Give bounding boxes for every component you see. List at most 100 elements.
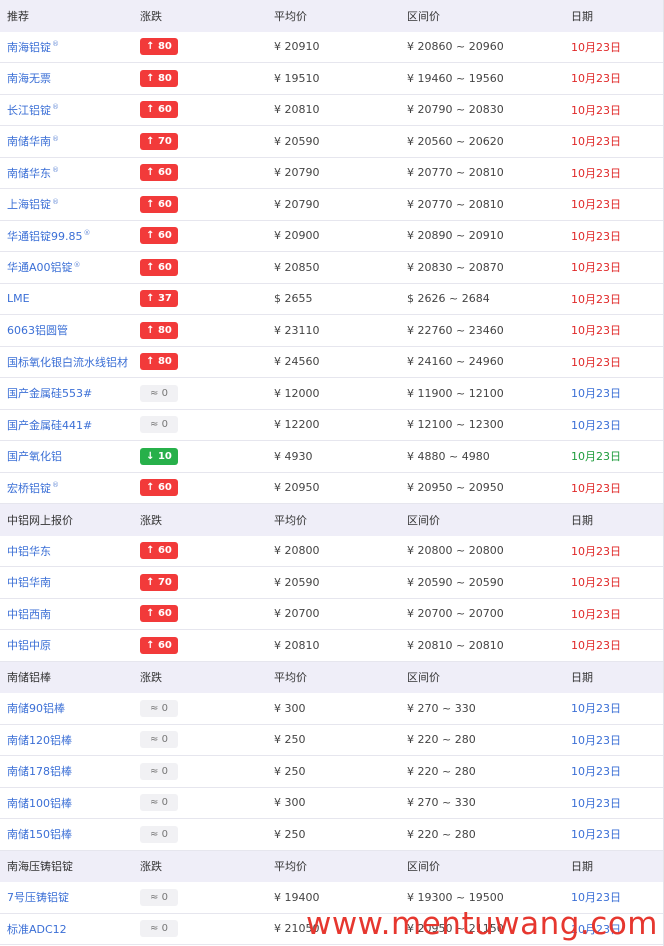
column-header: 平均价 xyxy=(274,671,307,685)
product-link[interactable]: 国标氧化银白流水线铝材 xyxy=(7,354,128,370)
price-range: ¥ 270 ~ 330 xyxy=(407,701,476,715)
product-name: 中铝中原 xyxy=(7,639,51,653)
product-link[interactable]: 中铝华东 xyxy=(7,543,51,559)
change-cell: ↑ 80 xyxy=(140,38,178,56)
column-header: 涨跌 xyxy=(140,9,162,23)
change-cell: ≈ 0 xyxy=(140,731,178,749)
product-name: 南海铝锭 xyxy=(7,40,51,54)
price-date: 10月23日 xyxy=(571,639,621,653)
product-link[interactable]: 华通A00铝锭® xyxy=(7,259,81,275)
column-header: 日期 xyxy=(571,513,593,527)
product-link[interactable]: 标准ADC12 xyxy=(7,921,67,937)
average-price: ¥ 20810 xyxy=(274,103,320,117)
price-row: 国标氧化银白流水线铝材 ↑ 80 ¥ 24560 ¥ 24160 ~ 24960 10月… xyxy=(0,346,664,378)
price-date: 10月23日 xyxy=(571,355,621,369)
product-link[interactable]: 南海无票 xyxy=(7,70,51,86)
price-row: 中铝华南 ↑ 70 ¥ 20590 ¥ 20590 ~ 20590 10月23日 xyxy=(0,567,664,599)
average-price: ¥ 250 xyxy=(274,733,306,747)
product-link[interactable]: 南海铝锭® xyxy=(7,39,59,55)
product-link[interactable]: 7号压铸铝锭 xyxy=(7,889,69,905)
average-price: ¥ 20790 xyxy=(274,197,320,211)
product-link[interactable]: 长江铝锭® xyxy=(7,102,59,118)
product-link[interactable]: 中铝华南 xyxy=(7,574,51,590)
column-header: 区间价 xyxy=(407,513,440,527)
product-name: 南储120铝棒 xyxy=(7,733,72,747)
column-header: 平均价 xyxy=(274,860,307,874)
price-row: 标准ADC12 ≈ 0 ¥ 21050 ¥ 20950 ~ 21150 10月23日 xyxy=(0,913,664,945)
section-header: 推荐 涨跌 平均价 区间价 日期 xyxy=(0,0,664,32)
average-price: ¥ 20900 xyxy=(274,229,320,243)
change-cell: ↑ 60 xyxy=(140,479,178,497)
average-price: ¥ 23110 xyxy=(274,323,320,337)
change-cell: ≈ 0 xyxy=(140,416,178,434)
price-date: 10月23日 xyxy=(571,292,621,306)
section-title: 中铝网上报价 xyxy=(7,513,73,527)
price-range: ¥ 20770 ~ 20810 xyxy=(407,197,504,211)
price-date: 10月23日 xyxy=(571,576,621,590)
change-badge: ≈ 0 xyxy=(140,825,178,843)
product-name: 中铝华东 xyxy=(7,544,51,558)
product-link[interactable]: 宏桥铝锭® xyxy=(7,480,59,496)
product-name: 6063铝圆管 xyxy=(7,324,68,338)
change-badge: ↑ 80 xyxy=(140,353,178,371)
product-link[interactable]: 国产金属硅553# xyxy=(7,385,92,401)
change-cell: ↑ 80 xyxy=(140,321,178,339)
product-link[interactable]: 南储华东® xyxy=(7,165,59,181)
product-link[interactable]: 南储178铝棒 xyxy=(7,763,72,779)
price-date: 10月23日 xyxy=(571,229,621,243)
average-price: ¥ 20910 xyxy=(274,40,320,54)
price-row: 华通A00铝锭® ↑ 60 ¥ 20850 ¥ 20830 ~ 20870 10月23日 xyxy=(0,252,664,284)
average-price: ¥ 20950 xyxy=(274,481,320,495)
price-row: 南储120铝棒 ≈ 0 ¥ 250 ¥ 220 ~ 280 10月23日 xyxy=(0,724,664,756)
product-link[interactable]: 南储150铝棒 xyxy=(7,826,72,842)
change-cell: ↑ 80 xyxy=(140,69,178,87)
product-link[interactable]: 国产氧化铝 xyxy=(7,448,62,464)
product-name: 宏桥铝锭 xyxy=(7,481,51,495)
average-price: ¥ 24560 xyxy=(274,355,320,369)
product-link[interactable]: 6063铝圆管 xyxy=(7,322,68,338)
column-header: 日期 xyxy=(571,671,593,685)
price-range: ¥ 20830 ~ 20870 xyxy=(407,260,504,274)
price-row: 南储90铝棒 ≈ 0 ¥ 300 ¥ 270 ~ 330 10月23日 xyxy=(0,693,664,725)
product-name: 南海无票 xyxy=(7,72,51,86)
change-badge: ↑ 70 xyxy=(140,573,178,591)
product-name: 上海铝锭 xyxy=(7,198,51,212)
price-range: ¥ 19300 ~ 19500 xyxy=(407,890,504,904)
price-row: 华通铝锭99.85® ↑ 60 ¥ 20900 ¥ 20890 ~ 20910 10月2… xyxy=(0,220,664,252)
product-link[interactable]: 华通铝锭99.85® xyxy=(7,228,91,244)
change-badge: ≈ 0 xyxy=(140,699,178,717)
change-cell: ↑ 60 xyxy=(140,605,178,623)
product-link[interactable]: 国产金属硅441# xyxy=(7,417,92,433)
product-link[interactable]: 南储100铝棒 xyxy=(7,795,72,811)
product-link[interactable]: 南储120铝棒 xyxy=(7,732,72,748)
average-price: ¥ 20590 xyxy=(274,575,320,589)
average-price: ¥ 12000 xyxy=(274,386,320,400)
product-link[interactable]: 中铝中原 xyxy=(7,637,51,653)
price-row: 7号压铸铝锭 ≈ 0 ¥ 19400 ¥ 19300 ~ 19500 10月23日 xyxy=(0,882,664,914)
section-header: 南海压铸铝锭 涨跌 平均价 区间价 日期 xyxy=(0,850,664,882)
change-badge: ↓ 10 xyxy=(140,447,178,465)
product-name: 华通A00铝锭 xyxy=(7,261,73,275)
average-price: ¥ 20700 xyxy=(274,607,320,621)
price-range: ¥ 270 ~ 330 xyxy=(407,796,476,810)
column-header: 区间价 xyxy=(407,860,440,874)
price-date: 10月23日 xyxy=(571,103,621,117)
price-row: 国产金属硅553# ≈ 0 ¥ 12000 ¥ 11900 ~ 12100 10月23日 xyxy=(0,378,664,410)
change-badge: ↑ 60 xyxy=(140,164,178,182)
change-cell: ≈ 0 xyxy=(140,794,178,812)
product-link[interactable]: 上海铝锭® xyxy=(7,196,59,212)
change-badge: ↑ 37 xyxy=(140,290,178,308)
average-price: ¥ 21050 xyxy=(274,922,320,936)
product-link[interactable]: 中铝西南 xyxy=(7,606,51,622)
registered-mark-icon: ® xyxy=(52,166,59,175)
product-link[interactable]: 南储90铝棒 xyxy=(7,700,65,716)
price-range: ¥ 20890 ~ 20910 xyxy=(407,229,504,243)
column-header: 涨跌 xyxy=(140,513,162,527)
product-link[interactable]: 南储华南® xyxy=(7,133,59,149)
price-range: ¥ 20950 ~ 21150 xyxy=(407,922,504,936)
column-header: 涨跌 xyxy=(140,671,162,685)
change-badge: ↑ 60 xyxy=(140,101,178,119)
price-row: 南储178铝棒 ≈ 0 ¥ 250 ¥ 220 ~ 280 10月23日 xyxy=(0,756,664,788)
product-link[interactable]: LME xyxy=(7,292,30,305)
price-date: 10月23日 xyxy=(571,418,621,432)
